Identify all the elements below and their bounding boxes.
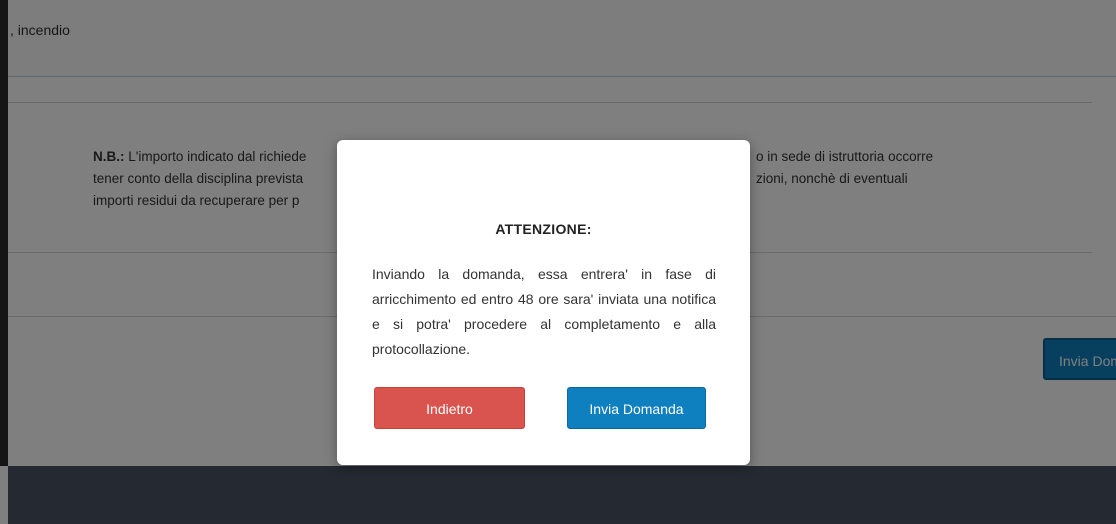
dialog-message: Inviando la domanda, essa entrera' in fa…	[372, 266, 716, 357]
dialog-title: ATTENZIONE:	[495, 221, 592, 237]
send-application-button[interactable]: Invia Domanda	[567, 387, 706, 429]
back-button[interactable]: Indietro	[374, 387, 525, 429]
confirmation-dialog: ATTENZIONE: Inviando la domanda, essa en…	[337, 140, 750, 465]
